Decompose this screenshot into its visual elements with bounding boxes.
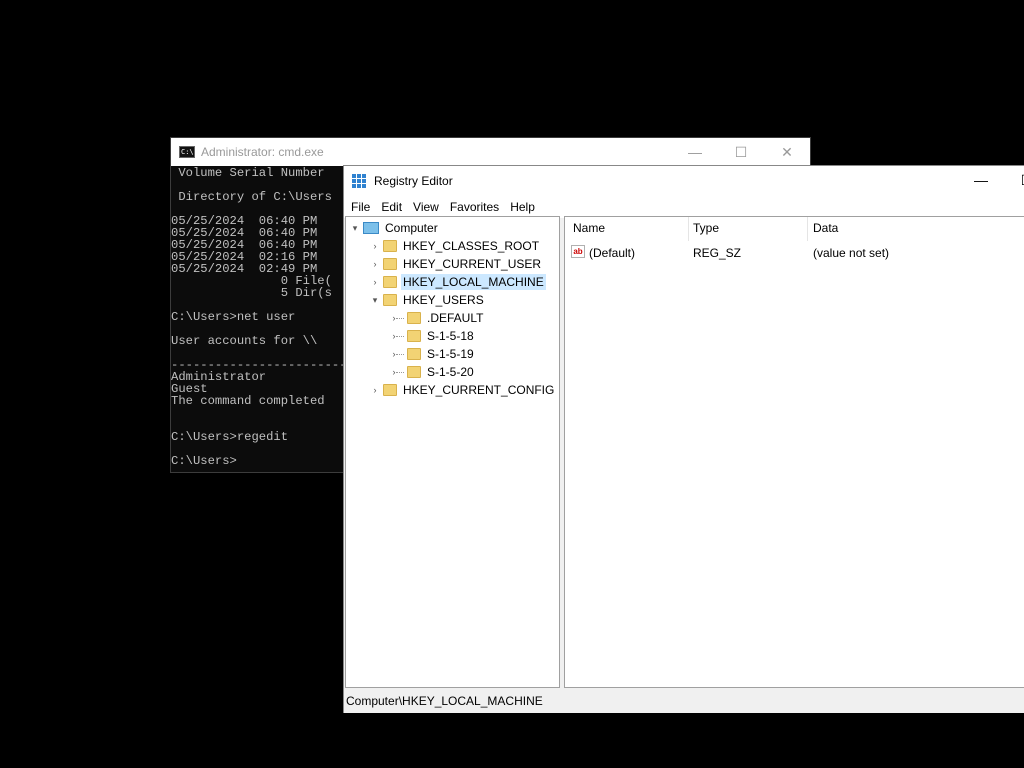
status-bar: Computer\HKEY_LOCAL_MACHINE bbox=[344, 689, 1024, 713]
tree-label: S-1-5-18 bbox=[427, 329, 474, 343]
menu-edit[interactable]: Edit bbox=[376, 200, 408, 214]
tree-label: HKEY_CLASSES_ROOT bbox=[403, 239, 540, 253]
tree-node-hkey-current-user[interactable]: › HKEY_CURRENT_USER bbox=[370, 255, 543, 273]
folder-icon bbox=[407, 312, 421, 324]
tree-label: HKEY_CURRENT_CONFIG bbox=[403, 383, 555, 397]
status-path: Computer\HKEY_LOCAL_MACHINE bbox=[346, 694, 543, 708]
maximize-button[interactable]: ☐ bbox=[1004, 166, 1024, 194]
chevron-right-icon[interactable]: › bbox=[370, 277, 380, 287]
folder-icon bbox=[383, 258, 397, 270]
folder-icon bbox=[383, 240, 397, 252]
chevron-right-icon[interactable]: › bbox=[370, 259, 380, 269]
console-line: C:\Users>net user bbox=[171, 310, 296, 324]
tree-node-hkey-classes-root[interactable]: › HKEY_CLASSES_ROOT bbox=[370, 237, 541, 255]
tree-node-hkey-local-machine[interactable]: › HKEY_LOCAL_MACHINE bbox=[370, 273, 546, 291]
folder-icon bbox=[383, 384, 397, 396]
cmd-titlebar[interactable]: C:\ Administrator: cmd.exe — ☐ ✕ bbox=[171, 138, 810, 166]
tree-label: S-1-5-19 bbox=[427, 347, 474, 361]
folder-icon bbox=[407, 366, 421, 378]
column-header-type[interactable]: Type bbox=[693, 221, 719, 235]
console-line: The command completed bbox=[171, 394, 325, 408]
tree-label: S-1-5-20 bbox=[427, 365, 474, 379]
tree-node-s-1-5-20[interactable]: › S-1-5-20 bbox=[389, 363, 476, 381]
folder-icon bbox=[383, 294, 397, 306]
tree-node-computer[interactable]: ▾ Computer bbox=[350, 219, 440, 237]
console-line: 5 Dir(s bbox=[171, 286, 332, 300]
minimize-button[interactable]: — bbox=[672, 138, 718, 166]
folder-icon bbox=[407, 348, 421, 360]
tree-label: HKEY_CURRENT_USER bbox=[403, 257, 542, 271]
chevron-right-icon[interactable]: › bbox=[370, 385, 380, 395]
menu-favorites[interactable]: Favorites bbox=[445, 200, 505, 214]
chevron-down-icon[interactable]: ▾ bbox=[350, 223, 360, 234]
maximize-button[interactable]: ☐ bbox=[718, 138, 764, 166]
registry-icon bbox=[352, 174, 366, 188]
menu-help[interactable]: Help bbox=[505, 200, 541, 214]
list-row[interactable]: ab (Default) REG_SZ (value not set) bbox=[565, 243, 1024, 261]
value-type: REG_SZ bbox=[693, 246, 742, 260]
tree-node-default[interactable]: › .DEFAULT bbox=[389, 309, 485, 327]
folder-icon bbox=[407, 330, 421, 342]
menu-bar: File Edit View Favorites Help bbox=[344, 196, 1024, 218]
menu-file[interactable]: File bbox=[346, 200, 376, 214]
computer-icon bbox=[363, 222, 379, 234]
chevron-down-icon[interactable]: ▾ bbox=[370, 295, 380, 306]
console-line: Volume Serial Number bbox=[171, 167, 325, 180]
registry-editor-window[interactable]: Registry Editor — ☐ File Edit View Favor… bbox=[343, 165, 1024, 713]
tree-node-hkey-current-config[interactable]: › HKEY_CURRENT_CONFIG bbox=[370, 381, 556, 399]
tree-node-hkey-users[interactable]: ▾ HKEY_USERS bbox=[370, 291, 486, 309]
cmd-title: Administrator: cmd.exe bbox=[201, 145, 324, 159]
regedit-title: Registry Editor bbox=[374, 174, 453, 188]
console-line: C:\Users>regedit bbox=[171, 430, 289, 444]
cmd-icon: C:\ bbox=[179, 146, 195, 158]
regedit-titlebar[interactable]: Registry Editor — ☐ bbox=[344, 166, 1024, 196]
menu-view[interactable]: View bbox=[408, 200, 445, 214]
list-header: Name Type Data bbox=[565, 217, 1024, 242]
column-header-data[interactable]: Data bbox=[813, 221, 838, 235]
console-line: Directory of C:\Users bbox=[171, 190, 332, 204]
tree-label: HKEY_USERS bbox=[403, 293, 484, 307]
string-value-icon: ab bbox=[571, 245, 585, 258]
tree-label-selected: HKEY_LOCAL_MACHINE bbox=[401, 274, 546, 290]
console-line: User accounts for \\ bbox=[171, 334, 318, 348]
folder-icon bbox=[383, 276, 397, 288]
chevron-right-icon[interactable]: › bbox=[370, 241, 380, 251]
minimize-button[interactable]: — bbox=[958, 166, 1004, 194]
tree-label: .DEFAULT bbox=[427, 311, 484, 325]
tree-node-s-1-5-18[interactable]: › S-1-5-18 bbox=[389, 327, 476, 345]
value-data: (value not set) bbox=[813, 246, 890, 260]
value-name: (Default) bbox=[589, 246, 636, 260]
tree-label: Computer bbox=[385, 221, 438, 235]
values-list[interactable]: Name Type Data ab (Default) REG_SZ (valu… bbox=[564, 216, 1024, 688]
registry-tree[interactable]: ▾ Computer › HKEY_CLASSES_ROOT › HKEY_CU… bbox=[345, 216, 560, 688]
console-line: C:\Users> bbox=[171, 454, 237, 468]
tree-node-s-1-5-19[interactable]: › S-1-5-19 bbox=[389, 345, 476, 363]
column-header-name[interactable]: Name bbox=[573, 221, 605, 235]
close-button[interactable]: ✕ bbox=[764, 138, 810, 166]
